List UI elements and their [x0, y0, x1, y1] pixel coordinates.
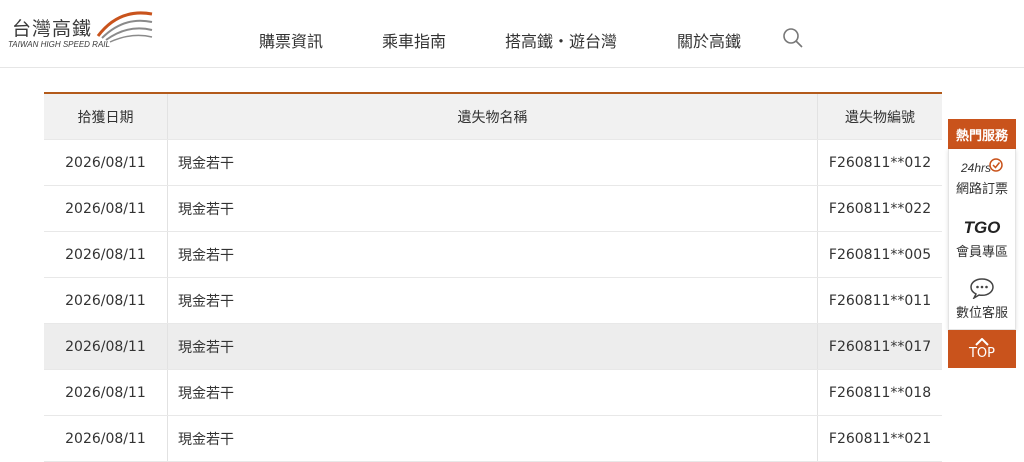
- brand-name-cn: 台灣高鐵: [12, 18, 93, 40]
- nav-item-tickets[interactable]: 購票資訊: [259, 28, 323, 52]
- table-row[interactable]: 2026/08/11 現金若干 F260811**018: [44, 370, 942, 416]
- cell-id: F260811**011: [828, 292, 932, 309]
- cell-name: 現金若干: [168, 232, 818, 277]
- service-member-area[interactable]: TGO 會員專區: [949, 209, 1015, 269]
- table-row[interactable]: 2026/08/11 現金若干 F260811**011: [44, 278, 942, 324]
- table-row[interactable]: 2026/08/11 現金若干 F260811**022: [44, 186, 942, 232]
- table-row[interactable]: 2026/08/11 現金若干 F260811**012: [44, 140, 942, 186]
- nav-item-guide[interactable]: 乘車指南: [382, 28, 446, 52]
- service-online-booking[interactable]: 24hrs 網路訂票: [949, 149, 1015, 209]
- back-to-top-button[interactable]: TOP: [948, 330, 1016, 368]
- hot-services-panel: 熱門服務 24hrs 網路訂票 TGO 會員專區 數位客服 TOP: [948, 119, 1016, 368]
- cell-date: 2026/08/11: [44, 232, 168, 277]
- tgo-logo-icon: TGO: [963, 218, 1001, 237]
- cell-name: 現金若干: [168, 278, 818, 323]
- nav-item-travel[interactable]: 搭高鐵・遊台灣: [505, 28, 617, 52]
- cell-date: 2026/08/11: [44, 324, 168, 369]
- table-row[interactable]: 2026/08/11 現金若干 F260811**005: [44, 232, 942, 278]
- cell-id: F260811**022: [828, 200, 932, 217]
- cell-date: 2026/08/11: [44, 278, 168, 323]
- cell-id: F260811**018: [828, 384, 932, 401]
- cell-name: 現金若干: [168, 370, 818, 415]
- cell-date: 2026/08/11: [44, 416, 168, 461]
- hrs-text: 24hrs: [960, 161, 992, 175]
- clock-icon: 24hrs: [960, 158, 1003, 175]
- table-header-row: 拾獲日期 遺失物名稱 遺失物編號: [44, 94, 942, 140]
- cell-id: F260811**021: [828, 430, 932, 447]
- nav-item-about[interactable]: 關於高鐵: [677, 28, 741, 52]
- hot-services-title: 熱門服務: [948, 119, 1016, 149]
- service-label: 會員專區: [955, 245, 1008, 260]
- header-date: 拾獲日期: [44, 94, 168, 139]
- service-label: 網路訂票: [955, 182, 1008, 197]
- brand-swoosh-icon: [96, 11, 153, 43]
- brand-logo[interactable]: 台灣高鐵 TAIWAN HIGH SPEED RAIL: [8, 6, 158, 56]
- table-row[interactable]: 2026/08/11 現金若干 F260811**021: [44, 416, 942, 462]
- lost-items-table: 拾獲日期 遺失物名稱 遺失物編號 2026/08/11 現金若干 F260811…: [44, 92, 942, 462]
- cell-name: 現金若干: [168, 186, 818, 231]
- cell-date: 2026/08/11: [44, 186, 168, 231]
- cell-name: 現金若干: [168, 324, 818, 369]
- service-label: 數位客服: [955, 306, 1008, 321]
- cell-date: 2026/08/11: [44, 140, 168, 185]
- header-id: 遺失物編號: [845, 109, 915, 126]
- table-row[interactable]: 2026/08/11 現金若干 F260811**017: [44, 324, 942, 370]
- site-header: 台灣高鐵 TAIWAN HIGH SPEED RAIL 購票資訊 乘車指南 搭高…: [0, 0, 1024, 68]
- search-icon[interactable]: [782, 27, 804, 49]
- header-name: 遺失物名稱: [168, 94, 818, 139]
- chevron-up-icon: [975, 337, 989, 346]
- chat-bubble-icon: [970, 278, 994, 299]
- service-digital-support[interactable]: 數位客服: [949, 269, 1015, 329]
- cell-id: F260811**017: [828, 338, 932, 355]
- cell-id: F260811**012: [828, 154, 932, 171]
- cell-name: 現金若干: [168, 416, 818, 461]
- cell-id: F260811**005: [828, 246, 932, 263]
- cell-name: 現金若干: [168, 140, 818, 185]
- top-label: TOP: [968, 345, 995, 361]
- cell-date: 2026/08/11: [44, 370, 168, 415]
- hot-services-list: 24hrs 網路訂票 TGO 會員專區 數位客服: [948, 149, 1016, 330]
